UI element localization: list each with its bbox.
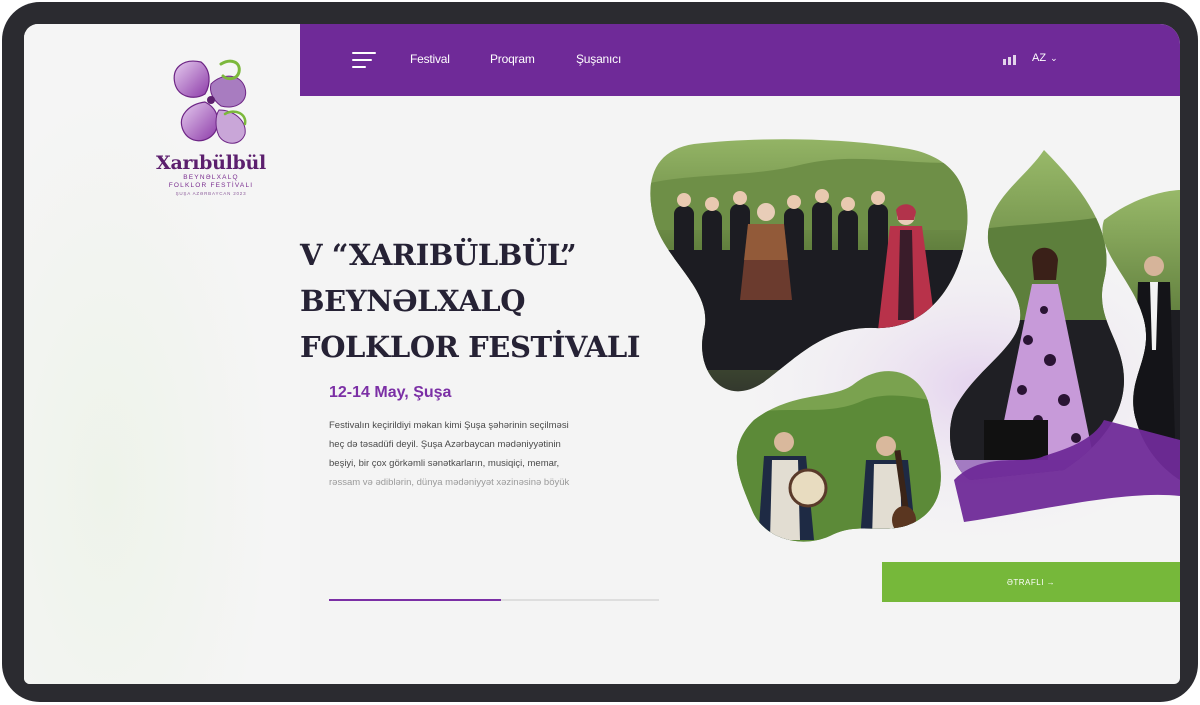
top-navigation: Festival Proqram Şuşanıcı AZ ⌄ <box>300 24 1180 96</box>
slider-progress-fill <box>329 599 501 601</box>
language-selector[interactable]: AZ ⌄ <box>1032 52 1058 64</box>
menu-icon[interactable] <box>352 52 376 68</box>
hero-title: V “XARIBÜLBÜL” BEYNƏLXALQ FOLKLOR FESTİV… <box>300 232 670 370</box>
hero-description: Festivalın keçirildiyi məkan kimi Şuşa ş… <box>329 416 669 492</box>
hero-title-line: V “XARIBÜLBÜL” <box>300 238 577 272</box>
description-line: Festivalın keçirildiyi məkan kimi Şuşa ş… <box>329 420 569 431</box>
photo-collage <box>650 139 1180 542</box>
festival-date: 12-14 May, Şuşa <box>329 384 452 401</box>
hero-title-line: FOLKLOR FESTİVALI <box>300 330 640 364</box>
description-line: heç də təsadüfi deyil. Şuşa Azərbaycan m… <box>329 439 561 450</box>
nav-item-festival[interactable]: Festival <box>410 52 450 66</box>
logo-subtitle-2: FOLKLOR FESTİVALI <box>168 182 254 189</box>
logo-title: Xarıbülbül <box>156 152 266 174</box>
xaribulbul-flower-logo <box>173 59 247 144</box>
accessibility-icon[interactable] <box>1003 54 1017 66</box>
hero-title-line: BEYNƏLXALQ <box>300 284 526 318</box>
chevron-down-icon: ⌄ <box>1050 53 1058 63</box>
browser-screen: Xarıbülbül BEYNƏLXALQ FOLKLOR FESTİVALI … <box>24 24 1180 684</box>
nav-item-shusha[interactable]: Şuşanıcı <box>576 52 621 66</box>
logo-subtitle-3: ŞUŞA AZƏRBAYCAN 2023 <box>175 191 247 196</box>
logo-subtitle-1: BEYNƏLXALQ <box>183 174 239 181</box>
description-line: beşiyi, bir çox görkəmli sənətkarların, … <box>329 458 560 469</box>
nav-item-program[interactable]: Proqram <box>490 52 535 66</box>
device-frame: Xarıbülbül BEYNƏLXALQ FOLKLOR FESTİVALI … <box>2 2 1198 702</box>
slider-progress[interactable] <box>329 599 659 601</box>
language-label: AZ <box>1032 52 1047 64</box>
festival-logo[interactable]: Xarıbülbül BEYNƏLXALQ FOLKLOR FESTİVALI … <box>136 54 286 214</box>
description-line: rəssam və ədiblərin, dünya mədəniyyət xə… <box>329 477 570 488</box>
more-button[interactable]: ƏTRAFLI → <box>882 562 1180 602</box>
